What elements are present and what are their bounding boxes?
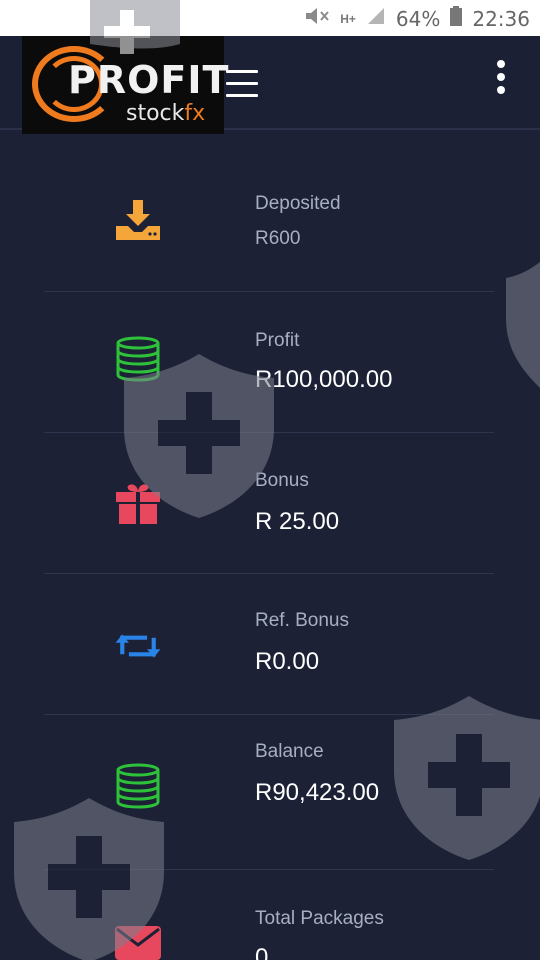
signal-icon bbox=[366, 7, 386, 30]
status-icons: H+ 64% 22:36 bbox=[304, 6, 530, 31]
brand-logo[interactable]: PROFIT stockfx bbox=[22, 36, 228, 134]
stat-label: Ref. Bonus bbox=[255, 610, 349, 631]
logo-subtext: stockfx bbox=[126, 101, 206, 126]
stat-value: 0 bbox=[255, 944, 269, 960]
stat-label: Balance bbox=[255, 741, 324, 762]
stat-value: R0.00 bbox=[255, 648, 320, 675]
stat-label: Profit bbox=[255, 330, 300, 351]
more-options-icon[interactable] bbox=[494, 60, 508, 100]
divider bbox=[44, 869, 494, 870]
status-bar: H+ 64% 22:36 bbox=[0, 0, 540, 36]
stat-value: R600 bbox=[255, 228, 301, 249]
stat-value: R 25.00 bbox=[255, 508, 340, 535]
divider bbox=[44, 432, 494, 433]
clock: 22:36 bbox=[472, 6, 530, 31]
stat-label: Deposited bbox=[255, 193, 341, 214]
battery-percent: 64% bbox=[395, 6, 441, 31]
retweet-icon bbox=[114, 622, 162, 670]
battery-icon bbox=[450, 6, 463, 31]
network-type-icon: H+ bbox=[340, 11, 356, 26]
divider bbox=[44, 714, 494, 715]
stat-value: R100,000.00 bbox=[255, 366, 393, 393]
stat-label: Total Packages bbox=[255, 908, 384, 929]
mute-icon bbox=[304, 6, 330, 31]
stats-card: Deposited R600 Profit R100,000.00 Bonus … bbox=[22, 138, 516, 960]
stat-label: Bonus bbox=[255, 470, 309, 491]
download-tray-icon bbox=[114, 196, 162, 244]
app-bar: PROFIT stockfx bbox=[0, 36, 540, 134]
divider bbox=[44, 573, 494, 574]
divider bbox=[44, 291, 494, 292]
coins-stack-icon bbox=[114, 336, 162, 384]
stat-value: R90,423.00 bbox=[255, 779, 380, 806]
logo-text: PROFIT bbox=[68, 58, 230, 102]
coins-stack-icon bbox=[114, 763, 162, 811]
gift-icon bbox=[114, 480, 162, 528]
menu-hamburger-icon[interactable] bbox=[226, 70, 260, 98]
envelope-icon bbox=[114, 918, 162, 960]
